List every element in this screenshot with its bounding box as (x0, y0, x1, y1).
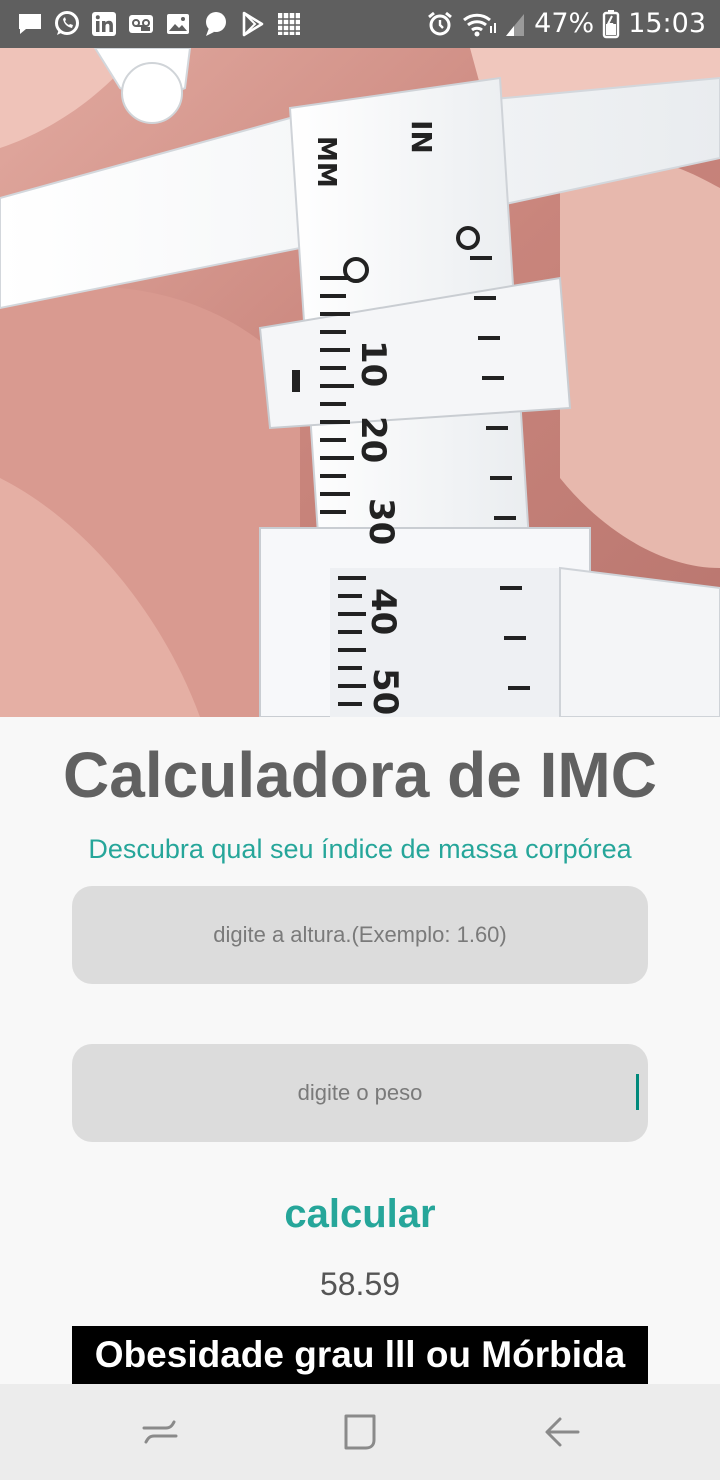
linkedin-icon (92, 12, 116, 36)
caliper-number-20: 20 (353, 416, 393, 463)
caliper-number-40: 40 (363, 588, 403, 635)
wifi-icon (463, 13, 497, 37)
caliper-label-mm: MM (311, 136, 341, 188)
weight-field[interactable] (72, 1044, 648, 1142)
screen: 47% 15:03 IN MM 10 20 30 40 50 Calculado… (0, 0, 720, 1480)
caliper-number-30: 30 (361, 498, 401, 545)
caliper-number-50: 50 (365, 668, 405, 715)
caliper-label-in: IN (405, 120, 438, 154)
weight-input[interactable] (72, 1044, 648, 1142)
status-bar: 47% 15:03 (0, 0, 720, 48)
height-input[interactable] (72, 886, 648, 984)
app-grid-icon (278, 13, 300, 35)
hero-caliper-image: IN MM 10 20 30 40 50 (0, 48, 720, 717)
battery-percent: 47% (534, 8, 595, 39)
bmi-classification: Obesidade grau lll ou Mórbida (72, 1326, 648, 1384)
calculate-button[interactable]: calcular (210, 1182, 510, 1246)
page-subtitle: Descubra qual seu índice de massa corpór… (88, 834, 632, 864)
home-icon[interactable] (336, 1408, 384, 1456)
bmi-result-value: 58.59 (319, 1266, 401, 1302)
page-title: Calculadora de IMC (63, 739, 657, 811)
back-icon[interactable] (538, 1408, 586, 1456)
caliper-number-10: 10 (353, 340, 393, 387)
notification-icons (16, 8, 303, 40)
text-cursor (636, 1074, 639, 1110)
signal-icon (506, 14, 525, 36)
play-store-icon (242, 11, 264, 37)
height-field[interactable] (72, 886, 648, 984)
system-status: 47% 15:03 (426, 0, 706, 48)
whatsapp-icon (55, 11, 79, 35)
gallery-icon (167, 14, 189, 34)
battery-icon (602, 10, 620, 39)
voicemail-icon (129, 15, 153, 33)
message-icon (19, 14, 41, 34)
navigation-bar (0, 1384, 720, 1480)
recent-apps-icon[interactable] (136, 1408, 184, 1456)
alarm-icon (428, 11, 453, 36)
chat-bubble-icon (206, 12, 226, 36)
clock: 15:03 (628, 8, 706, 39)
caliper-illustration: IN MM 10 20 30 40 50 (0, 48, 720, 717)
